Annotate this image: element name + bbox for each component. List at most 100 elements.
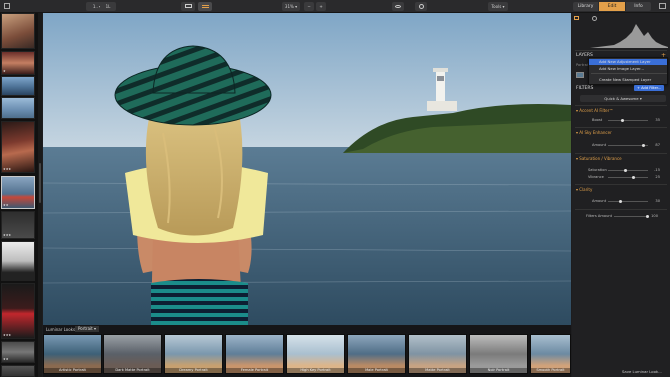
tab-info[interactable]: Info: [626, 2, 651, 11]
slider-label: Amount: [592, 199, 607, 203]
thumbnail[interactable]: ★★: [1, 341, 35, 363]
add-layer-menu: Add New Adjustment Layer Add New Image L…: [588, 57, 668, 85]
look-thumb[interactable]: Artistic Portrait: [43, 334, 102, 374]
looks-category-label: Portrait: [78, 326, 93, 331]
filters-amount-label: Filters Amount: [586, 214, 613, 218]
boost-slider[interactable]: [608, 120, 648, 121]
slider-label: Boost: [592, 118, 603, 122]
filmstrip-scroll-thumb[interactable]: [39, 163, 41, 203]
tab-library[interactable]: Library: [573, 2, 598, 11]
look-label: High Key Portrait: [287, 368, 344, 373]
look-label: Matte Portrait: [409, 368, 466, 373]
histogram-icon[interactable]: [574, 16, 579, 20]
save-look-button[interactable]: Save Luminar Look...: [622, 369, 662, 374]
photo-canvas: [43, 13, 571, 325]
filters-amount-value: 100: [651, 214, 658, 218]
thumbnail[interactable]: ★★★: [1, 121, 35, 173]
main-photo[interactable]: [43, 13, 571, 325]
filter-accent-ai-title[interactable]: ▾ Accent AI Filter™: [576, 108, 613, 113]
layer-thumb[interactable]: [576, 72, 584, 78]
slider-value: -15: [654, 168, 660, 172]
rating-stars: ★: [3, 69, 6, 73]
look-thumb[interactable]: Dreamy Portrait: [164, 334, 223, 374]
saturation-slider-knob[interactable]: [624, 169, 627, 172]
menu-separator: [591, 73, 667, 74]
app-grid-icon[interactable]: [4, 3, 10, 9]
filter-title-label: Accent AI Filter™: [579, 108, 614, 113]
sky-amount-slider-knob[interactable]: [642, 144, 645, 147]
rating-stars: ★★★: [3, 167, 12, 171]
look-thumb[interactable]: Male Portrait: [347, 334, 406, 374]
history-button[interactable]: [415, 2, 427, 11]
thumbnail[interactable]: [1, 13, 35, 49]
zoom-out-button[interactable]: −: [304, 2, 314, 11]
thumbnail-selected[interactable]: ★★: [1, 176, 35, 209]
filter-title-label: Saturation / Vibrance: [579, 156, 622, 161]
looks-category-dropdown[interactable]: Portrait ▾: [75, 326, 99, 332]
menu-item-add-adjustment-layer[interactable]: Add New Adjustment Layer: [589, 59, 667, 65]
look-thumb[interactable]: High Key Portrait: [286, 334, 345, 374]
thumbnail[interactable]: [1, 97, 35, 119]
size-dropdown[interactable]: 1L: [100, 2, 116, 11]
menu-item-create-stamped-layer[interactable]: Create New Stamped Layer: [589, 77, 667, 83]
rating-stars: ★★: [3, 203, 9, 207]
rating-stars: ★★: [3, 357, 9, 361]
look-thumb[interactable]: Noir Portrait: [469, 334, 528, 374]
filters-amount-slider[interactable]: [614, 216, 648, 217]
slider-value: 35: [655, 118, 660, 122]
look-thumb[interactable]: Matte Portrait: [408, 334, 467, 374]
thumbnail[interactable]: ★★★: [1, 283, 35, 339]
slider-value: 25: [655, 175, 660, 179]
look-thumb[interactable]: Dark Matte Portrait: [103, 334, 162, 374]
clarity-amount-slider[interactable]: [608, 201, 648, 202]
divider: [575, 209, 667, 210]
tab-edit[interactable]: Edit: [599, 2, 625, 11]
thumbnail[interactable]: [1, 365, 35, 377]
filter-ai-sky-title[interactable]: ▾ AI Sky Enhancer: [576, 130, 612, 135]
vibrance-slider[interactable]: [608, 177, 648, 178]
filters-title: FILTERS: [576, 86, 594, 91]
boost-slider-knob[interactable]: [621, 119, 624, 122]
compare-icon: [184, 4, 192, 8]
look-label: Male Portrait: [348, 368, 405, 373]
zoom-in-button[interactable]: +: [316, 2, 326, 11]
thumbnail[interactable]: [1, 76, 35, 96]
tools-dropdown[interactable]: Tools ▾: [488, 2, 508, 11]
view-label: 1..: [92, 4, 98, 9]
zoom-level[interactable]: 31% ▾: [282, 2, 300, 11]
look-label: Smooth Portrait: [531, 368, 570, 373]
preset-dropdown[interactable]: Quick & Awesome ▾: [580, 95, 666, 102]
filter-title-label: AI Sky Enhancer: [579, 130, 612, 135]
histogram-shape: [590, 24, 668, 48]
tools-label: Tools: [491, 4, 502, 9]
thumbnail[interactable]: [1, 241, 35, 281]
look-label: Noir Portrait: [470, 368, 527, 373]
slider-label: Amount: [592, 143, 607, 147]
divider: [575, 127, 667, 128]
divider: [575, 50, 667, 51]
thumbnail[interactable]: ★: [1, 51, 35, 75]
look-thumb[interactable]: Smooth Portrait: [530, 334, 571, 374]
look-thumb[interactable]: Female Portrait: [225, 334, 284, 374]
filmstrip-scrollbar[interactable]: [38, 13, 42, 377]
look-label: Female Portrait: [226, 368, 283, 373]
clarity-amount-slider-knob[interactable]: [619, 200, 622, 203]
vibrance-slider-knob[interactable]: [632, 176, 635, 179]
menu-item-add-image-layer[interactable]: Add New Image Layer...: [589, 66, 667, 72]
thumbnail[interactable]: ★★★: [1, 211, 35, 239]
filter-saturation-vibrance-title[interactable]: ▾ Saturation / Vibrance: [576, 156, 622, 161]
rating-stars: ★★★: [3, 233, 12, 237]
compare-button[interactable]: [181, 2, 195, 11]
slider-label: Vibrance: [588, 175, 604, 179]
preview-button[interactable]: [392, 2, 404, 11]
slider-label: Saturation: [588, 168, 607, 172]
filter-clarity-title[interactable]: ▾ Clarity: [576, 187, 592, 192]
divider: [575, 105, 667, 106]
divider: [575, 184, 667, 185]
layout-button[interactable]: [198, 2, 212, 11]
sidebar-toggle-icon[interactable]: [659, 3, 666, 9]
saturation-slider[interactable]: [608, 170, 648, 171]
look-label: Dark Matte Portrait: [104, 368, 161, 373]
add-filter-button[interactable]: + Add Filter...: [634, 85, 665, 91]
rating-stars: ★★★: [3, 333, 12, 337]
